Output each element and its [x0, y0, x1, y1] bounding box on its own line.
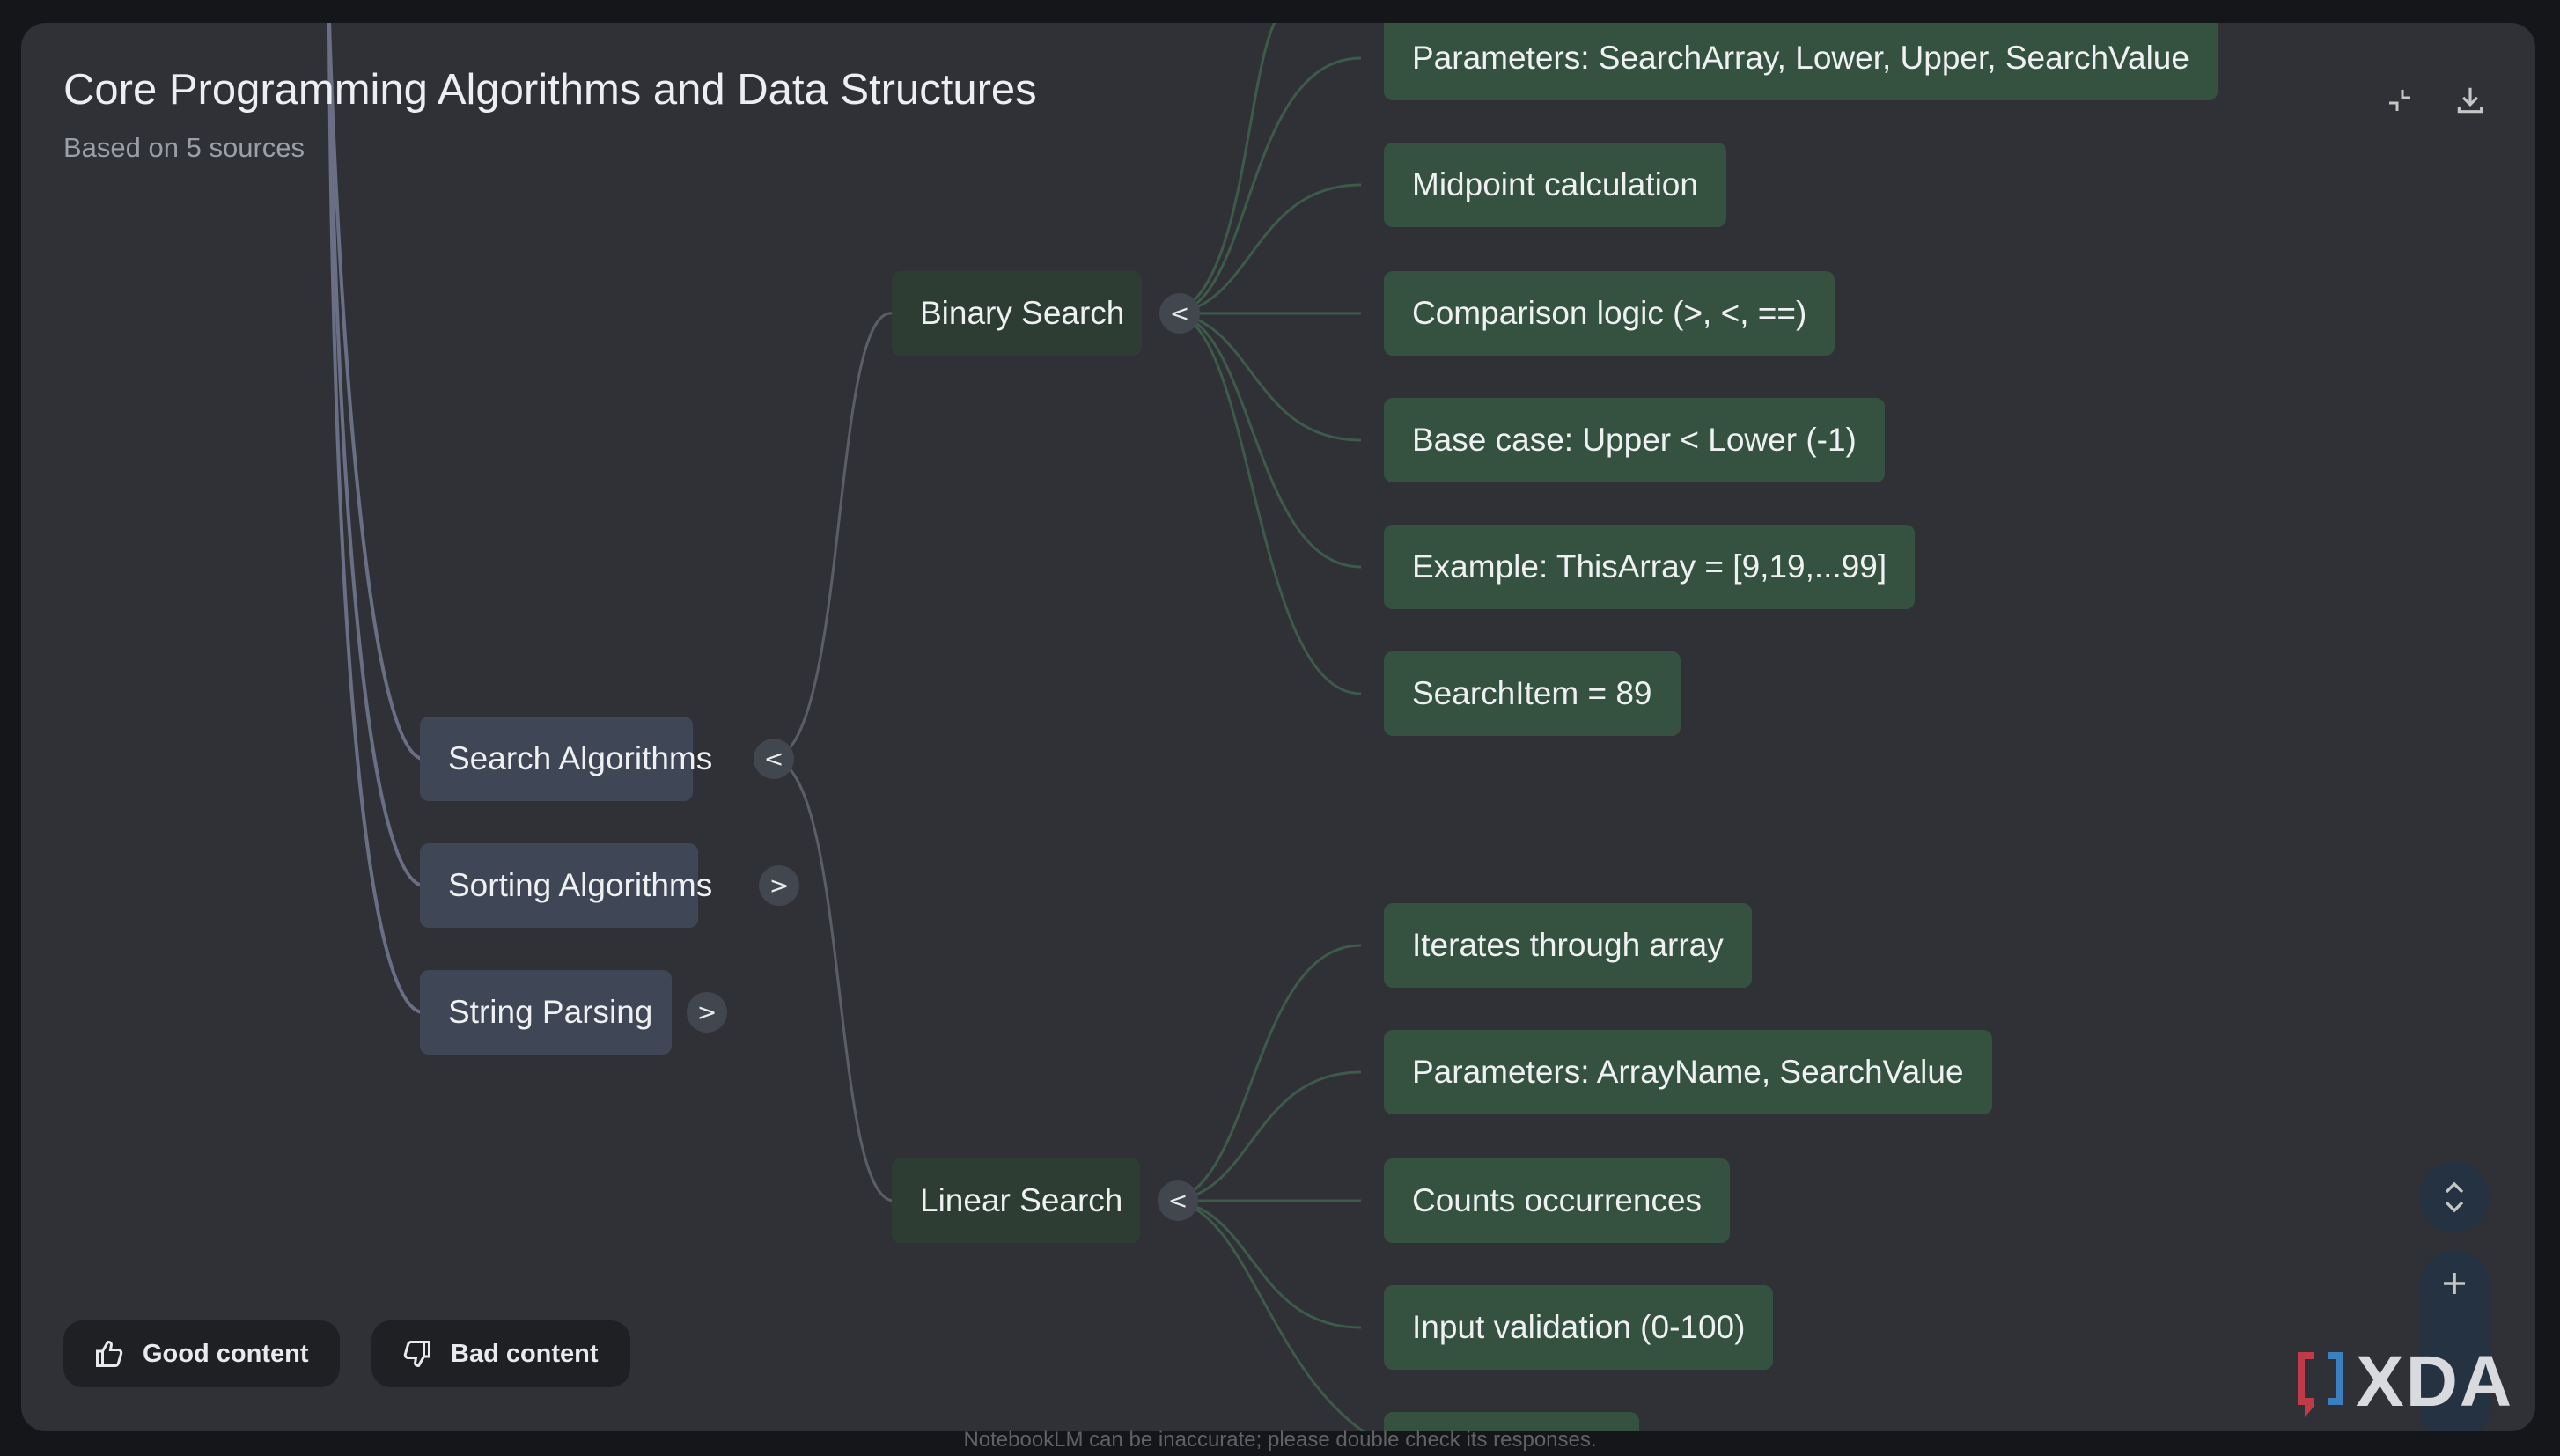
toggle-search-algorithms[interactable]: < — [754, 739, 794, 779]
disclaimer-text: NotebookLM can be inaccurate; please dou… — [963, 1428, 1597, 1452]
leaf-midpoint-calculation[interactable]: Midpoint calculation — [1384, 143, 1726, 227]
bad-content-label: Bad content — [451, 1339, 599, 1368]
leaf-label: Base case: Upper < Lower (-1) — [1412, 422, 1857, 458]
mind-map-links — [327, 23, 1366, 1431]
leaf-linear-parameters[interactable]: Parameters: ArrayName, SearchValue — [1384, 1030, 1992, 1114]
leaf-label: Counts occurrences — [1412, 1182, 1703, 1218]
good-content-button[interactable]: Good content — [63, 1320, 341, 1387]
leaf-label: Input validation (0-100) — [1412, 1309, 1746, 1345]
leaf-comparison-logic[interactable]: Comparison logic (>, <, ==) — [1384, 271, 1835, 356]
leaf-label: SearchItem = 89 — [1412, 675, 1652, 711]
node-label: String Parsing — [448, 994, 653, 1030]
mind-map-panel: Core Programming Algorithms and Data Str… — [21, 23, 2535, 1431]
root-links — [327, 23, 423, 1014]
node-sorting-algorithms[interactable]: Sorting Algorithms — [420, 843, 712, 928]
node-linear-search[interactable]: Linear Search — [892, 1158, 1140, 1243]
download-icon — [2457, 87, 2483, 114]
node-string-parsing[interactable]: String Parsing — [420, 970, 672, 1055]
leaf-label: Midpoint calculation — [1412, 166, 1698, 202]
node-label: Binary Search — [920, 295, 1125, 331]
leaf-iterates-array[interactable]: Iterates through array — [1384, 903, 1752, 988]
leaf-example-array[interactable]: Example: ThisArray = [9,19,...99] — [1384, 525, 1916, 609]
toggle-binary-search[interactable]: < — [1159, 293, 1200, 334]
bad-content-button[interactable]: Bad content — [371, 1320, 630, 1387]
leaf-label: Parameters: ArrayName, SearchValue — [1412, 1054, 1964, 1090]
leaf-input-validation[interactable]: Input validation (0-100) — [1384, 1285, 1774, 1370]
leaf-counts-occurrences[interactable]: Counts occurrences — [1384, 1158, 1731, 1243]
leaf-base-case[interactable]: Base case: Upper < Lower (-1) — [1384, 398, 1885, 482]
node-label: Search Algorithms — [448, 740, 713, 776]
expand-all-button[interactable] — [2419, 1162, 2490, 1232]
collapse-button[interactable] — [2372, 72, 2428, 129]
collapse-icon — [2389, 90, 2410, 111]
sources-subtitle: Based on 5 sources — [63, 132, 305, 163]
toggle-sorting-algorithms[interactable]: > — [759, 865, 799, 906]
leaf-label: Example: ThisArray = [9,19,...99] — [1412, 548, 1887, 585]
leaf-search-item[interactable]: SearchItem = 89 — [1384, 651, 1681, 736]
linear-leaf-links — [1172, 944, 1366, 1431]
node-binary-search[interactable]: Binary Search — [892, 271, 1142, 356]
leaf-binary-parameters[interactable]: Parameters: SearchArray, Lower, Upper, S… — [1384, 23, 2218, 100]
xda-bracket-icon — [2298, 1352, 2343, 1417]
node-label: Sorting Algorithms — [448, 867, 713, 903]
thumbs-up-icon — [96, 1340, 123, 1367]
leaf-label: Parameters: SearchArray, Lower, Upper, S… — [1412, 40, 2189, 76]
leaf-label: Iterates through array — [1412, 927, 1724, 963]
leaf-label: Comparison logic (>, <, ==) — [1412, 295, 1807, 331]
toggle-linear-search[interactable]: < — [1158, 1180, 1198, 1221]
node-search-algorithms[interactable]: Search Algorithms — [420, 717, 712, 801]
unfold-icon — [2445, 1181, 2464, 1213]
xda-watermark: XDA — [2292, 1342, 2530, 1422]
good-content-label: Good content — [143, 1339, 309, 1368]
node-label: Linear Search — [920, 1182, 1123, 1218]
toggle-string-parsing[interactable]: > — [687, 992, 727, 1033]
binary-leaf-links — [1173, 23, 1362, 695]
xda-wordmark: XDA — [2356, 1342, 2514, 1422]
page-title: Core Programming Algorithms and Data Str… — [63, 66, 1037, 114]
thumbs-down-icon — [403, 1341, 430, 1368]
plus-icon[interactable] — [2439, 1268, 2470, 1299]
download-button[interactable] — [2442, 72, 2498, 129]
